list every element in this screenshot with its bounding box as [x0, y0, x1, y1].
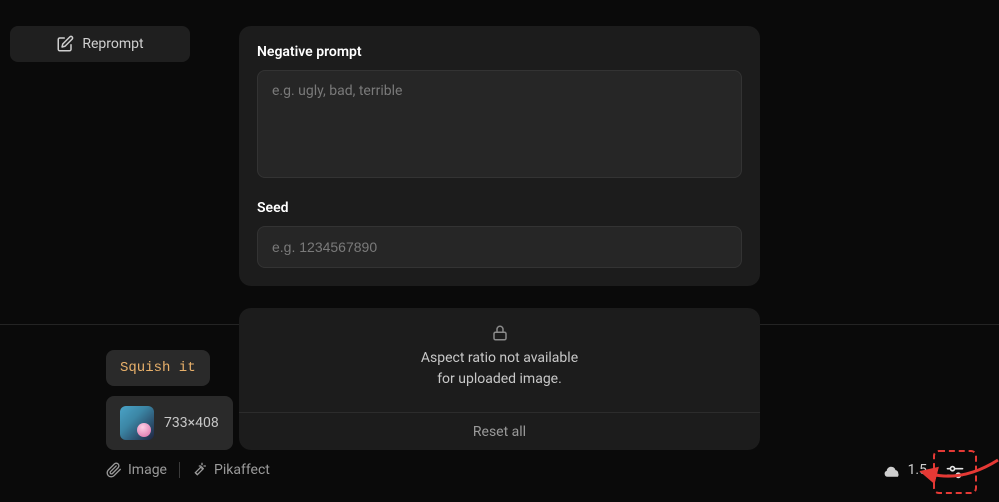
edit-icon — [56, 35, 74, 53]
aspect-ratio-panel: Aspect ratio not available for uploaded … — [239, 308, 760, 450]
image-dimensions: 733×408 — [164, 415, 219, 431]
cloud-icon — [884, 462, 902, 478]
prompt-chip-text: Squish it — [120, 360, 196, 376]
seed-label: Seed — [257, 200, 742, 216]
pikaffect-label: Pikaffect — [214, 462, 270, 478]
seed-input[interactable] — [257, 226, 742, 268]
image-tool-label: Image — [128, 462, 167, 478]
paperclip-icon — [106, 462, 122, 478]
bottom-toolbar: Image Pikaffect — [106, 462, 270, 478]
image-thumbnail — [120, 406, 154, 440]
reset-all-label: Reset all — [473, 424, 526, 440]
separator — [179, 462, 180, 478]
prompt-chip[interactable]: Squish it — [106, 350, 210, 386]
wand-icon — [192, 462, 208, 478]
reprompt-button[interactable]: Reprompt — [10, 26, 190, 62]
image-tool[interactable]: Image — [106, 462, 167, 478]
score-value: 1.5 — [908, 462, 927, 478]
settings-panel: Negative prompt Seed — [239, 26, 760, 286]
aspect-message-line2: for uploaded image. — [239, 369, 760, 390]
negative-prompt-input[interactable] — [257, 70, 742, 178]
score-display: 1.5 — [884, 462, 927, 478]
aspect-message-line1: Aspect ratio not available — [239, 348, 760, 369]
settings-sliders-button[interactable] — [939, 456, 971, 488]
sliders-icon — [945, 462, 965, 482]
pikaffect-tool[interactable]: Pikaffect — [192, 462, 270, 478]
negative-prompt-label: Negative prompt — [257, 44, 742, 60]
reprompt-label: Reprompt — [82, 36, 143, 52]
image-chip[interactable]: 733×408 — [106, 396, 233, 450]
lock-icon — [239, 324, 760, 342]
reset-all-button[interactable]: Reset all — [239, 412, 760, 450]
